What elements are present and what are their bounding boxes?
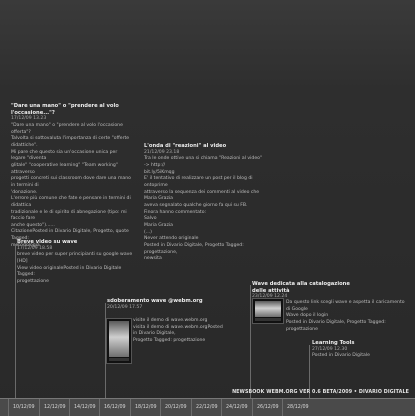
post-body-block: visite il demo di wave.webm.org visita i…: [133, 318, 223, 345]
post-body-line: Never attendo originale: [144, 236, 199, 242]
axis-tick-label: 18/12/09: [135, 405, 157, 410]
timeline-axis[interactable]: 10/12/09 12/12/09 14/12/09 16/12/09 18/1…: [0, 398, 415, 416]
axis-tick-label: 28/12/09: [287, 405, 309, 410]
post-body-line: "Dare una mano" o "prendere al volo l'oc…: [11, 122, 123, 135]
axis-tick: [221, 399, 222, 416]
axis-tick-label: 16/12/09: [104, 405, 126, 410]
post-body-line: Tra le onde ottive una si chiama "Reazio…: [144, 156, 263, 169]
post-body-line: glitale" "cooperative learning" "Team wo…: [11, 162, 118, 175]
post-body: Posted in Divario Digitale: [312, 353, 392, 360]
axis-tick-label: 22/12/09: [196, 405, 218, 410]
post-body-line: attraverso la sequenza dei commenti al v…: [144, 189, 260, 202]
post-body-line: L'errore più comune che fate e pensare i…: [11, 196, 131, 208]
post-body: Tra le onde ottive una si chiama "Reazio…: [144, 156, 264, 263]
post-body-line: Progetto Tagged: progettazione: [133, 337, 206, 343]
axis-tick: [282, 399, 283, 416]
post-body-line: Posted in Divario Digitale, Progetto Tag…: [286, 319, 386, 332]
post-body-line: Talvolta si sottovaluta l'importanza di …: [11, 136, 130, 142]
post-body-line: newsita: [144, 256, 162, 262]
axis-tick: [191, 399, 192, 416]
post-body-line: View video originalePosted in Divario Di…: [17, 265, 122, 278]
axis-tick: [160, 399, 161, 416]
axis-tick: [252, 399, 253, 416]
timeline-leader: [250, 285, 251, 398]
post-body-line: Maria Grazia: [144, 223, 173, 229]
thumbnail-caption-bar: [109, 358, 129, 361]
post-body-line: visita il demo di wave.webm.orgPosted in…: [133, 324, 223, 337]
post-body: Da questo link scegli wave e aspetta il …: [286, 300, 406, 333]
thumbnail-image: [109, 321, 129, 357]
axis-tick-label: 26/12/09: [257, 405, 279, 410]
axis-tick-label: 10/12/09: [13, 405, 35, 410]
post-body-line: Posted in Divario Digitale, Progetto Tag…: [144, 243, 244, 255]
post-body-line: didattiche".: [11, 142, 38, 148]
post-body-line: Finora hanno commentato:: [144, 209, 207, 215]
axis-tick: [69, 399, 70, 416]
post-date: 20/12/09 17.57: [107, 304, 143, 310]
axis-tick-label: 24/12/09: [226, 405, 248, 410]
post-body-line: Mi pare che questo sia un'occasione unic…: [11, 149, 118, 162]
post-title[interactable]: Wave dedicata alla catalogazione delle a…: [252, 281, 352, 294]
timeline-post[interactable]: "Dare una mano" o "prendere al volo l'oc…: [11, 103, 133, 249]
post-date: 17/12/09 18.58: [17, 245, 53, 251]
post-date: 17/12/09 13.23: [11, 116, 47, 121]
timeline-post[interactable]: sdoberamento wave @webm.org 20/12/09 17.…: [107, 298, 215, 311]
post-body-line: progetti concreti sui classroom dove dar…: [11, 176, 131, 188]
thumbnail-image: [255, 301, 281, 317]
axis-tick: [39, 399, 40, 416]
axis-tick-label: 12/12/09: [44, 405, 66, 410]
post-body-line: breve video per super principianti su go…: [17, 252, 133, 265]
timeline-post[interactable]: Learning Tools 27/12/09 12.30 Posted in …: [312, 340, 392, 360]
timeline-post[interactable]: Breve video su wave 17/12/09 18.58 breve…: [17, 239, 135, 286]
post-body-line: Wave dopo il login: [286, 313, 329, 319]
post-body-block: Da questo link scegli wave e aspetta il …: [286, 300, 406, 333]
post-body-line: Posted in Divario Digitale: [312, 353, 370, 359]
post-title[interactable]: sdoberamento wave @webm.org: [107, 298, 215, 305]
post-body-line: progettazione: [17, 279, 49, 285]
post-body: "Dare una mano" o "prendere al volo l'oc…: [11, 123, 133, 249]
post-body-line: tradizionale e le di spirito di abnegazi…: [11, 209, 127, 222]
post-body-line: visite il demo di wave.webm.org: [133, 318, 208, 323]
timeline-leader: [15, 244, 16, 398]
site-footer-label: NEWSBOOK WEBM.ORG VER 0.6 BETA/2009 • DI…: [232, 390, 409, 395]
axis-tick-label: 20/12/09: [165, 405, 187, 410]
axis-tick-label: 14/12/09: [74, 405, 96, 410]
post-body: breve video per super principianti su go…: [17, 252, 135, 285]
video-thumbnail[interactable]: [106, 318, 132, 364]
post-title[interactable]: "Dare una mano" o "prendere al volo l'oc…: [11, 103, 133, 116]
axis-tick: [130, 399, 131, 416]
axis-tick: [8, 399, 9, 416]
post-body-line: Da questo link scegli wave e aspetta il …: [286, 300, 405, 312]
post-date: 27/12/09 12.30: [312, 346, 348, 352]
post-body-line: aveva segnalato qualche giorno fa qui su…: [144, 203, 248, 209]
post-body: visite il demo di wave.webm.org visita i…: [133, 318, 223, 345]
timeline-post[interactable]: L'onda di "reazioni" al video 21/12/09 2…: [144, 143, 264, 263]
axis-tick: [99, 399, 100, 416]
thumbnail-caption-bar: [255, 318, 281, 321]
wave-thumbnail[interactable]: [252, 298, 284, 324]
post-body-line: E' il tentativo di realizzare un post pe…: [144, 176, 253, 189]
post-date: 21/12/09 23.18: [144, 149, 180, 155]
